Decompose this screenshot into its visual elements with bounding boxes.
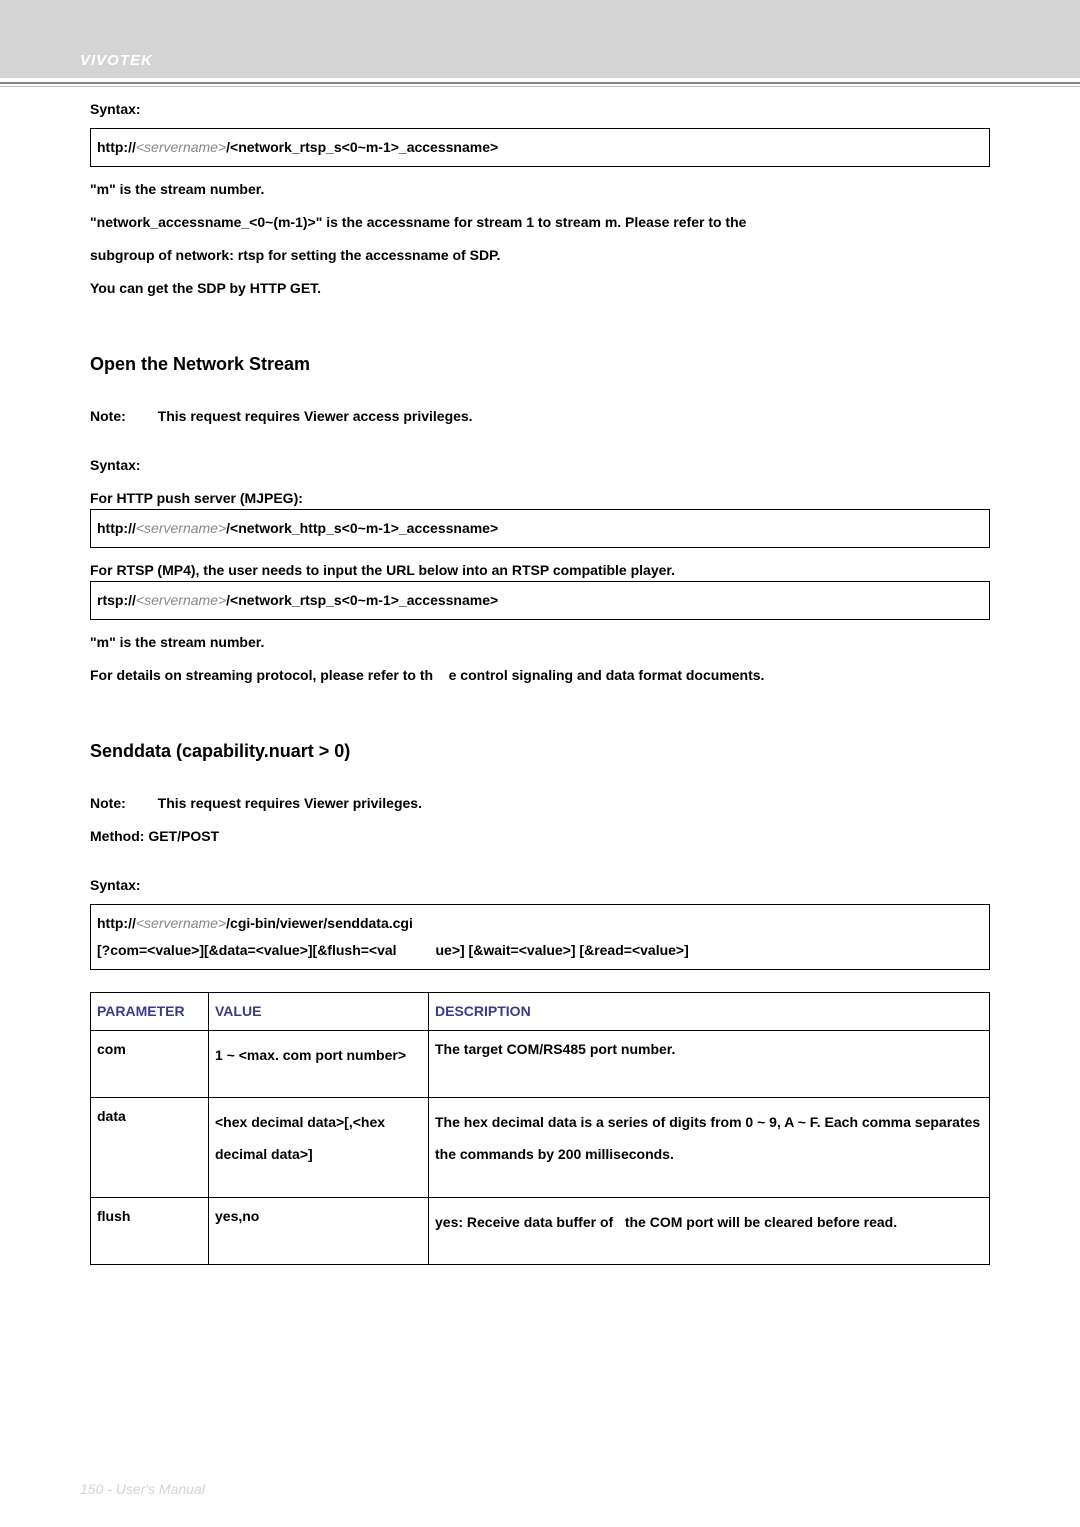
table-row: data <hex decimal data>[,<hex decimal da… xyxy=(91,1098,990,1197)
cell-desc-flush: yes: Receive data buffer of the COM port… xyxy=(429,1197,990,1264)
url-servername-mjpeg: <servername> xyxy=(136,520,226,536)
para-streaming-a: For details on streaming protocol, pleas… xyxy=(90,667,433,683)
cell-value-com: 1 ~ <max. com port number> xyxy=(209,1031,429,1098)
url-params-a: [?com=<value>][&data=<value>][&flush=<va… xyxy=(97,942,397,958)
para-m-stream: "m" is the stream number. xyxy=(90,179,990,200)
rtsp-label: For RTSP (MP4), the user needs to input … xyxy=(90,560,990,581)
url-params-senddata: [?com=<value>][&data=<value>][&flush=<va… xyxy=(97,940,983,961)
url-servername-rtsp: <servername> xyxy=(136,592,226,608)
para-accessname-2: subgroup of network: rtsp for setting th… xyxy=(90,245,990,266)
cell-desc-data: The hex decimal data is a series of digi… xyxy=(429,1098,990,1197)
page-footer: 150 - User's Manual xyxy=(80,1481,205,1497)
para-sdp-get: You can get the SDP by HTTP GET. xyxy=(90,278,990,299)
th-value: VALUE xyxy=(209,993,429,1031)
url-prefix-mjpeg: http:// xyxy=(97,520,136,536)
desc-flush-a: yes: Receive data buffer of xyxy=(435,1214,613,1230)
url-prefix-senddata: http:// xyxy=(97,915,136,931)
para-streaming-protocol: For details on streaming protocol, pleas… xyxy=(90,665,990,686)
note-text-2: This request requires Viewer privileges. xyxy=(158,795,422,811)
url-servername-1: <servername> xyxy=(136,139,226,155)
syntax-box-rtsp: rtsp://<servername>/<network_rtsp_s<0~m-… xyxy=(90,581,990,620)
note-row-2: Note: This request requires Viewer privi… xyxy=(90,793,990,814)
header-divider-2 xyxy=(0,86,1080,87)
url-params-b: ue>] [&wait=<value>] [&read=<value>] xyxy=(435,942,688,958)
params-table: PARAMETER VALUE DESCRIPTION com 1 ~ <max… xyxy=(90,992,990,1265)
url-path-mjpeg: /<network_http_s<0~m-1>_accessname> xyxy=(226,520,498,536)
section-open-network-stream: Open the Network Stream xyxy=(90,351,990,378)
url-path-rtsp: /<network_rtsp_s<0~m-1>_accessname> xyxy=(226,592,498,608)
table-header-row: PARAMETER VALUE DESCRIPTION xyxy=(91,993,990,1031)
header-divider-1 xyxy=(0,82,1080,84)
syntax-box-mjpeg: http://<servername>/<network_http_s<0~m-… xyxy=(90,509,990,548)
url-path-senddata: /cgi-bin/viewer/senddata.cgi xyxy=(226,915,413,931)
th-description: DESCRIPTION xyxy=(429,993,990,1031)
url-path-1: /<network_rtsp_s<0~m-1>_accessname> xyxy=(226,139,498,155)
desc-flush-b: the COM port will be cleared before read… xyxy=(625,1214,897,1230)
syntax-box-1: http://<servername>/<network_rtsp_s<0~m-… xyxy=(90,128,990,167)
cell-value-flush: yes,no xyxy=(209,1197,429,1264)
para-accessname-1: "network_accessname_<0~(m-1)>" is the ac… xyxy=(90,212,990,233)
th-parameter: PARAMETER xyxy=(91,993,209,1031)
cell-param-com: com xyxy=(91,1031,209,1098)
cell-param-data: data xyxy=(91,1098,209,1197)
cell-desc-com: The target COM/RS485 port number. xyxy=(429,1031,990,1098)
url-prefix-rtsp: rtsp:// xyxy=(97,592,136,608)
method-line: Method: GET/POST xyxy=(90,826,990,847)
syntax-label-1: Syntax: xyxy=(90,99,990,120)
section-senddata: Senddata (capability.nuart > 0) xyxy=(90,738,990,765)
cell-param-flush: flush xyxy=(91,1197,209,1264)
url-servername-senddata: <servername> xyxy=(136,915,226,931)
cell-value-data: <hex decimal data>[,<hex decimal data>] xyxy=(209,1098,429,1197)
table-row: flush yes,no yes: Receive data buffer of… xyxy=(91,1197,990,1264)
note-row-1: Note: This request requires Viewer acces… xyxy=(90,406,990,427)
syntax-box-senddata: http://<servername>/cgi-bin/viewer/sendd… xyxy=(90,904,990,970)
note-symbol-2: Note: xyxy=(90,795,126,811)
para-m-stream-2: "m" is the stream number. xyxy=(90,632,990,653)
note-text-1: This request requires Viewer access priv… xyxy=(158,408,473,424)
brand-label: VIVOTEK xyxy=(80,52,1080,69)
note-symbol-1: Note: xyxy=(90,408,126,424)
syntax-label-3: Syntax: xyxy=(90,875,990,896)
table-row: com 1 ~ <max. com port number> The targe… xyxy=(91,1031,990,1098)
mjpeg-label: For HTTP push server (MJPEG): xyxy=(90,488,990,509)
url-prefix-1: http:// xyxy=(97,139,136,155)
syntax-label-2: Syntax: xyxy=(90,455,990,476)
para-streaming-b: e control signaling and data format docu… xyxy=(449,667,765,683)
